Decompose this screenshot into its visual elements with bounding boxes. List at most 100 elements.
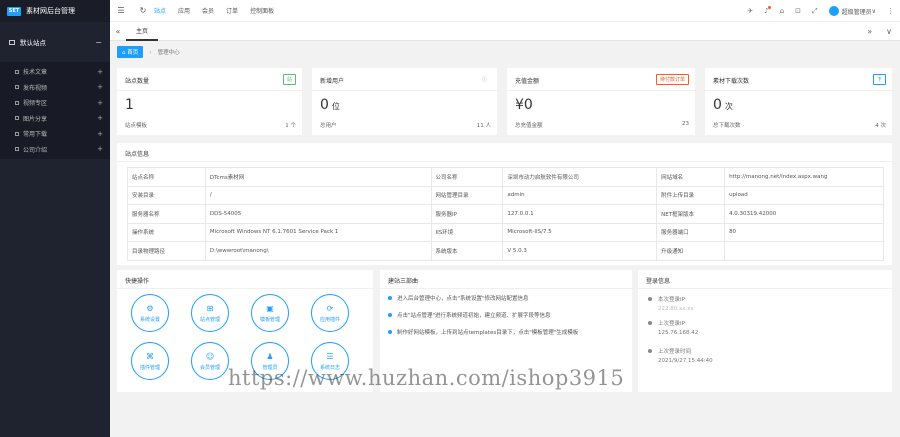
fullscreen-icon[interactable]: ⤢ [812,7,818,16]
notification-icon[interactable]: ♪ [764,6,771,15]
stat-foot-value: 23 [682,121,689,127]
tabs-scroll-left-icon[interactable]: « [110,27,126,36]
list-item: 制作好网站模板，上传到站点templates目录下，点击"模板管理"生成模板 [388,328,578,336]
nav-orders[interactable]: 订单 [226,6,238,15]
expand-icon[interactable]: + [97,130,103,138]
site-selector[interactable]: 默认站点 − [0,22,110,62]
sidebar-item[interactable]: 视频专区 + [0,95,110,111]
site-icon [9,39,15,45]
sidebar-item[interactable]: 图片分享 + [0,111,110,127]
stat-unit: 位 [331,102,340,111]
stat-badge[interactable]: 待付款订单 [655,74,689,85]
info-label: NET框架版本 [656,204,726,224]
info-value: 4.0.30319.42000 [724,204,884,224]
expand-icon[interactable]: + [97,68,103,76]
stat-foot-label: 总充值金额 [515,123,543,129]
sidebar-item-label: 图片分享 [23,115,48,123]
admin-icon: ♟ [266,351,274,361]
nav-apps[interactable]: 应用 [178,6,190,15]
info-value: D:\wwwroot\manong\ [204,241,432,261]
login-label: 本次登录IP [658,297,685,303]
info-label: 网站域名 [656,167,726,187]
refresh-icon[interactable]: ↻ [132,6,154,15]
clear-cache-icon[interactable]: ✈ [747,7,753,15]
stat-card-recharge: 充值金额 待付款订单 ¥0 总充值金额 23 [507,68,695,135]
menu-item-icon [15,116,19,121]
collapse-icon[interactable]: − [95,38,102,47]
sidebar-item[interactable]: 发布视频 + [0,80,110,96]
watermark: https://www.huzhan.com/ishop3915 [228,366,625,390]
log-icon: ☰ [326,351,334,361]
quick-member-manage-button[interactable]: ☺ 会员管理 [191,342,229,380]
info-value: upload [724,185,884,205]
sidebar-item-label: 视频专区 [23,100,48,108]
info-value: DDS-54005 [204,204,432,224]
breadcrumb-current: 管理中心 [157,50,180,56]
stat-footer: 站点模板 1 个 [125,121,296,129]
stat-value: ¥0 [515,97,536,113]
timeline-dot [648,297,652,301]
sidebar-item[interactable]: 常用下载 + [0,126,110,142]
nav-site[interactable]: 站点 [154,6,166,15]
quick-system-settings-button[interactable]: ⚙ 系统设置 [131,294,169,332]
panel-title: 站点信息 [125,151,150,158]
quick-label: 会员管理 [199,364,220,371]
quick-template-manage-button[interactable]: ▣ 模板管理 [251,294,289,332]
info-value [724,241,884,261]
tag-icon[interactable]: ⌂ [780,7,784,15]
list-item: 本次登录IP 222.80.xx.xx [648,296,694,314]
user-menu[interactable]: 超级管理员 ∨ [828,6,876,16]
info-label: 公司名称 [430,167,504,187]
panel-title: 快捷操作 [125,278,150,285]
info-value: / [204,185,432,205]
stat-footer: 总下载次数 4 次 [713,121,886,129]
logo[interactable]: SET 素材网后台管理 [0,0,110,22]
stat-number: 0 [713,97,722,113]
divider [380,288,632,289]
stat-card-users: 新增用户 ⓘ 0位 总用户 11 人 [312,68,497,135]
site-info-panel: 站点信息 站点名称 DTcms素材网 公司名称 深圳市动力启航软件有限公司 网站域名… [117,143,892,265]
stat-value: 0位 [320,97,340,113]
sidebar-item[interactable]: 公司介绍 + [0,142,110,158]
quick-site-manage-button[interactable]: ⊞ 站点管理 [191,294,229,332]
stat-foot-label: 总用户 [320,123,337,129]
quick-app-plugins-button[interactable]: ⟳ 应用插件 [311,294,349,332]
nav-control-panel[interactable]: 控制面板 [250,6,274,15]
stat-number: 0 [320,97,329,113]
sidebar-item-label: 公司介绍 [23,146,48,154]
bullet-icon [388,313,392,317]
expand-icon[interactable]: + [97,99,103,107]
lock-icon[interactable]: ⊡ [795,7,801,15]
info-value: 80 [724,222,884,242]
menu-toggle-icon[interactable]: ☰ [110,6,132,15]
stat-card-sites: 站点数量 站 1 站点模板 1 个 [117,68,302,135]
timeline-dot [648,349,652,353]
tabs-scroll-right-icon[interactable]: » [867,27,872,36]
nav-members[interactable]: 会员 [202,6,214,15]
info-value: admin [502,185,658,205]
puzzle-icon: ⌘ [146,351,154,361]
tab-home[interactable]: 主页 [126,22,159,41]
sidebar-item[interactable]: 技术文章 + [0,64,110,80]
logo-badge: SET [7,6,21,16]
guide-text: 制作好网站模板，上传到站点templates目录下，点击"模板管理"生成模板 [397,330,579,336]
tabs-menu-icon[interactable]: ∨ [886,27,892,36]
stat-foot-label: 总下载次数 [713,123,741,129]
stat-badge: 下 [872,74,886,85]
expand-icon[interactable]: + [97,83,103,91]
table-row: 目录物理路径 D:\wwwroot\manong\ 系统版本 V 5.0.3 升级通… [127,241,884,261]
stat-value: 1 [125,97,137,113]
more-icon[interactable]: ⋮ [887,7,894,15]
expand-icon[interactable]: + [97,114,103,122]
info-value: 127.0.0.1 [502,204,658,224]
plugin-icon: ⟳ [326,303,334,313]
quick-plugin-manage-button[interactable]: ⌘ 插件管理 [131,342,169,380]
info-value: http://manong.net/index.aspx.wang [724,167,884,187]
stat-badge: 站 [282,74,296,85]
info-icon[interactable]: ⓘ [478,74,491,85]
login-value: 222.80.xx.xx [658,306,694,312]
expand-icon[interactable]: + [97,145,103,153]
login-info-panel: 登录信息 本次登录IP 222.80.xx.xx 上次登录IP 125.76.168… [638,270,892,392]
login-value: 125.76.168.42 [658,330,699,336]
breadcrumb-home[interactable]: ⌂ 首页 [117,46,144,58]
